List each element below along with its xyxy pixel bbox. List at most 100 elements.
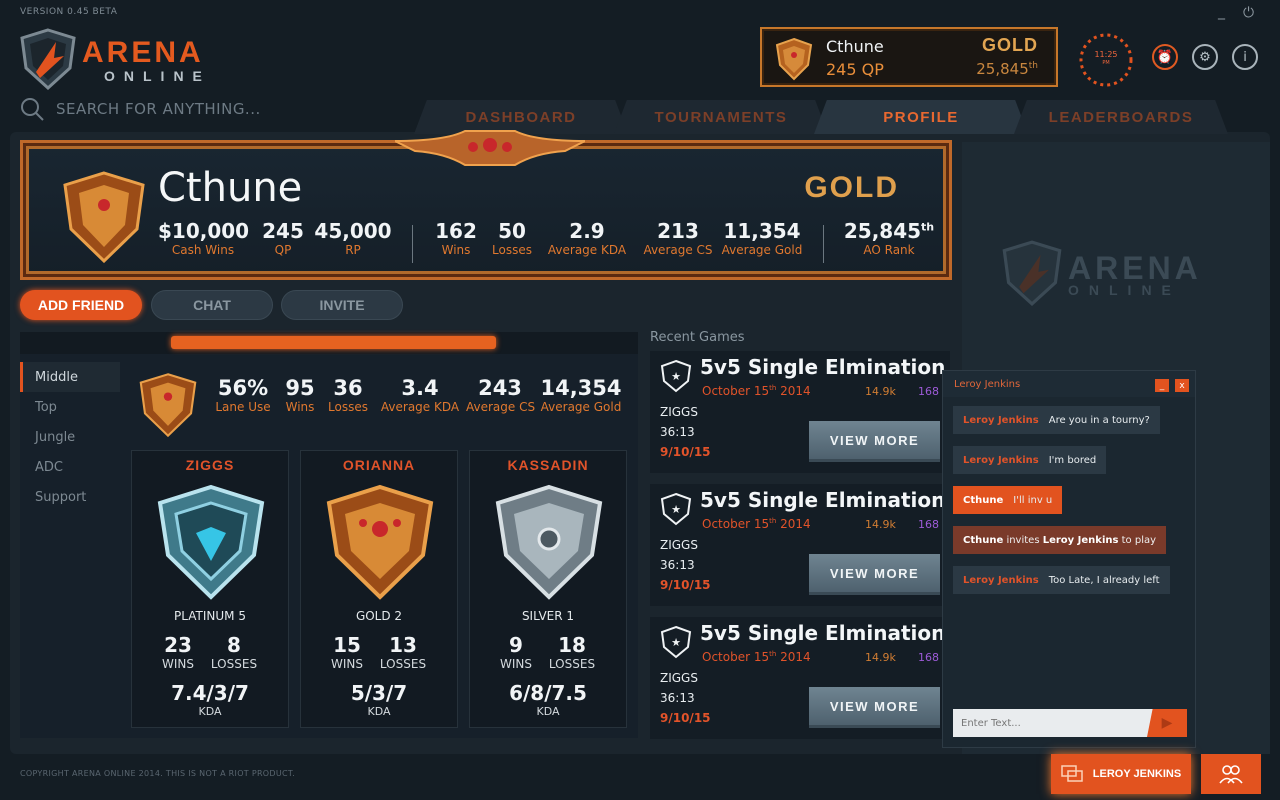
role-item-top[interactable]: Top [20,392,120,422]
search-icon [21,98,44,121]
view-more-button[interactable]: VIEW MORE [809,687,940,728]
leroy-chat-tab-button[interactable]: LEROY JENKINS [1051,754,1191,794]
profile-name: Cthune [158,165,303,211]
tab-tournaments[interactable]: TOURNAMENTS [614,100,828,134]
champion-kda: 7.4/3/7 KDA [132,681,288,718]
power-icon[interactable]: ⏻ [1243,5,1254,21]
game-count: 168 [918,651,939,664]
game-title: 5v5 Single Elmination [700,621,946,645]
role-item-adc[interactable]: ADC [20,452,120,482]
game-duration: 36:13 [660,558,695,572]
send-arrow-icon[interactable]: ▶ [1147,709,1187,737]
message-text: I'll inv u [1013,494,1053,506]
role-rank-badge-icon [139,373,197,438]
champion-name: ZIGGS [185,457,235,473]
platinum-rank-badge-icon [157,484,265,600]
lane-use-bar [20,332,638,354]
champion-card-orianna[interactable]: ORIANNA GOLD 2 15 WINS 13 LOSSES 5/3/7 K… [300,450,458,728]
recent-game-card: ★ 5v5 Single Elmination October 15th 201… [650,351,950,473]
chat-title: Leroy Jenkins [954,379,1021,390]
stat-label: Average Gold [721,243,803,257]
chat-input[interactable] [953,709,1153,737]
user-summary-panel[interactable]: Cthune 245 QP GOLD 25,845th [760,27,1058,87]
chat-popup: Leroy Jenkins _ x Leroy Jenkins Are you … [942,370,1196,748]
logo-shield-icon [20,28,76,90]
losses-value: 13 [389,633,417,657]
lane-use-bar-fill [171,336,496,349]
champion-wins: 23 WINS [154,633,202,671]
date-year: 2014 [776,384,811,398]
champion-card-ziggs[interactable]: ZIGGS PLATINUM 5 23 WINS 8 LOSSES 7.4/3/… [131,450,289,728]
settings-gear-icon[interactable]: ⚙ [1192,44,1218,70]
svg-text:★: ★ [671,636,681,649]
stat-value: 245 [262,219,304,243]
logo-text-online: ONLINE [104,68,211,84]
chat-close-button[interactable]: x [1175,379,1189,392]
game-champion: ZIGGS [660,405,698,419]
friends-icon [1219,765,1243,784]
gold-rank-badge-icon [775,37,813,81]
stat-value: 11,354 [723,219,801,243]
chat-minimize-button[interactable]: _ [1155,379,1169,392]
stat-label: QP [274,243,292,257]
view-more-button[interactable]: VIEW MORE [809,421,940,462]
chat-button[interactable]: CHAT [151,290,273,320]
app-logo[interactable]: ARENA ONLINE [20,28,220,92]
add-friend-button[interactable]: ADD FRIEND [20,290,142,320]
chat-header: Leroy Jenkins _ x [943,371,1195,397]
role-item-support[interactable]: Support [20,482,120,512]
alarm-icon[interactable]: ⏰ [1152,44,1178,70]
stat-value: 25,845th [841,219,937,243]
game-champion: ZIGGS [660,671,698,685]
version-label: VERSION 0.45 BETA [20,7,118,17]
wins-value: 23 [164,633,192,657]
stat-wins: 162 Wins [431,219,481,257]
game-views: 14.9k [865,651,896,664]
role-stats-panel: Middle Top Jungle ADC Support 56% Lane U… [20,332,638,738]
tournament-shield-icon: ★ [660,625,692,659]
recent-games-title: Recent Games [650,330,745,345]
losses-value: 18 [558,633,586,657]
profile-tier: GOLD [804,171,899,204]
kda-label: KDA [367,705,391,718]
champion-rank: PLATINUM 5 [174,609,246,623]
game-day: 9/10/15 [660,711,711,725]
search-input[interactable] [56,96,356,122]
clock-ampm: PM [1102,60,1110,66]
role-item-jungle[interactable]: Jungle [20,422,120,452]
stat-divider [412,225,413,263]
rank-number: 25,845 [843,219,922,243]
game-views: 14.9k [865,385,896,398]
game-title: 5v5 Single Elmination [700,355,946,379]
role-item-middle[interactable]: Middle [20,362,120,392]
tab-profile[interactable]: PROFILE [814,100,1028,134]
silver-rank-badge-icon [495,484,603,600]
role-stat-avg-kda: 3.4 Average KDA [378,376,462,414]
role-stat-label: Average CS [466,400,536,414]
friends-list-button[interactable] [1201,754,1261,794]
champion-card-kassadin[interactable]: KASSADIN SILVER 1 9 WINS 18 LOSSES 6/8/7… [469,450,627,728]
stat-avg-kda: 2.9 Average KDA [547,219,627,257]
minimize-window-icon[interactable]: _ [1218,4,1225,20]
view-more-button[interactable]: VIEW MORE [809,554,940,595]
search-bar [20,96,360,122]
champion-losses: 18 LOSSES [544,633,600,671]
game-day: 9/10/15 [660,445,711,459]
tab-leaderboards[interactable]: LEADERBOARDS [1014,100,1228,134]
rank-suffix: th [921,220,935,234]
losses-label: LOSSES [210,657,258,671]
role-stat-avg-gold: 14,354 Average Gold [540,376,622,414]
stat-rp: 45,000 RP [313,219,393,257]
kda-value: 6/8/7.5 [509,681,587,705]
invite-button[interactable]: INVITE [281,290,403,320]
role-stat-value: 36 [333,376,363,400]
role-stat-lane-use: 56% Lane Use [210,376,276,414]
gold-rank-badge-icon [326,484,434,600]
info-icon[interactable]: i [1232,44,1258,70]
stat-divider [823,225,824,263]
user-rank-suffix: th [1028,61,1038,71]
wins-label: WINS [500,657,532,671]
game-day: 9/10/15 [660,578,711,592]
invite-tail: to play [1118,534,1157,546]
role-stat-value: 243 [478,376,522,400]
